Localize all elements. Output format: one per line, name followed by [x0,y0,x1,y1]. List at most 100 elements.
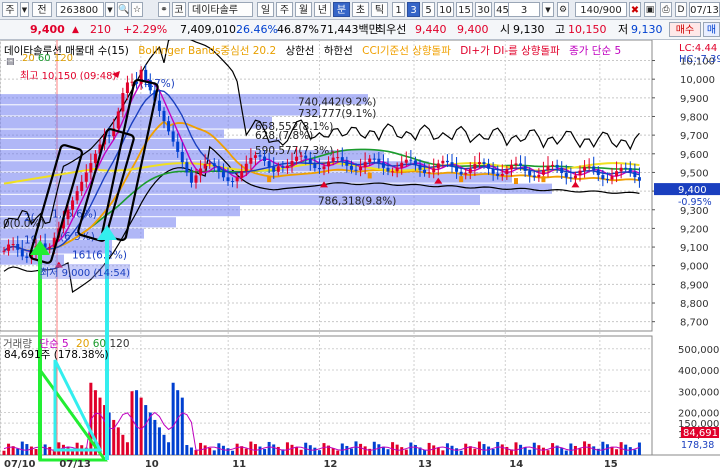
volume-bar [464,443,468,455]
minute-button-15[interactable]: 15 [456,2,473,17]
date-input[interactable]: 07/13 [689,2,720,17]
minute-button-3[interactable]: 3 [407,2,420,17]
volume-bar [285,442,289,455]
count-input[interactable]: 140/900 [575,2,627,17]
candle-body [409,159,413,161]
search-icon[interactable]: 🔍 [117,2,129,17]
high-price: 10,150 [568,23,607,36]
period-button-2[interactable]: 월 [295,2,312,17]
candle-body [519,163,523,166]
candle-body [400,162,404,168]
candle-body [386,167,390,172]
code-input[interactable]: 263800 [56,2,104,17]
volume-bar [189,447,193,455]
volume-bar [162,434,166,455]
legend-edit-icon[interactable]: ▤ [6,57,15,67]
candle-body [125,82,129,94]
cci-marker [459,176,464,183]
lock-icon[interactable]: ✖ [629,2,641,17]
volume-bar [528,449,532,455]
volume-bar [290,444,294,455]
volume-bar [413,445,417,455]
price-tick-label: 9,100 [680,243,709,254]
candle-body [349,165,353,170]
high-marker: 최고 10,150 (09:48) [20,71,117,82]
volume-tick-label: 400,000 [678,366,719,377]
period-button-6[interactable]: 틱 [371,2,388,17]
minute-button-5[interactable]: 5 [422,2,435,17]
volume-profile-bar [0,138,280,150]
volume-bar [267,441,271,455]
market-tag: 코 [172,2,186,17]
candle-body [226,177,230,182]
volume-tick-label: 500,000 [678,345,719,356]
period-value-input[interactable]: 3 [508,2,540,17]
candle-body [345,160,349,166]
d-button[interactable]: D [675,2,687,17]
candle-body [48,247,52,249]
candle-body [308,158,312,164]
candle-body [601,175,605,180]
volume-bar [29,446,33,455]
period-dropdown-icon[interactable]: ▼ [542,2,554,17]
volume-bar [404,449,408,455]
ma-60: 60 [37,53,51,64]
trade-amount: 71,443백만 [320,23,379,36]
volume-bar [354,441,358,455]
prev-button[interactable]: 전 [32,2,52,17]
candle-body [267,161,271,167]
volume-value-label: 84,691주 (178.38%) [4,349,109,361]
link-icon[interactable]: ⚭ [158,2,170,17]
candle-body [615,171,619,177]
candle-body [368,158,372,163]
candle-body [487,164,491,169]
candle-body [432,168,436,173]
minute-button-1[interactable]: 1 [392,2,405,17]
candle-body [66,209,70,220]
low-marker: 최저 9,000 (14:54) [40,264,131,279]
time-tick-label: 07/10 [4,459,36,470]
save-icon[interactable]: ▣ [644,2,656,17]
candle-body [450,162,454,167]
volume-bar [135,390,139,455]
minute-button-10[interactable]: 10 [437,2,454,17]
cci-marker [541,176,546,183]
period-button-5[interactable]: 초 [352,2,369,17]
candle-body [180,151,184,163]
mode-select[interactable]: 주 [2,2,18,17]
volume-bar [249,441,253,455]
sell-button[interactable]: 매 [703,22,720,37]
open-price: 9,130 [513,23,545,36]
candle-body [423,169,427,173]
volume-bar [212,450,216,455]
volume-bar [253,444,257,455]
stock-name[interactable]: 데이타솔루 [188,2,253,17]
volume-bar [560,448,564,455]
candle-body [573,175,577,179]
candle-body [89,163,93,173]
profile-label: 786,318(9.8%) [318,195,396,207]
favorite-icon[interactable]: ☆ [131,2,143,17]
stock-chart[interactable]: 740,442(9.2%)732,777(9.1%)658,552(8.1%)6… [0,40,720,471]
volume-bar [299,449,303,455]
code-dropdown-icon[interactable]: ▼ [105,2,115,17]
period-button-4[interactable]: 분 [333,2,350,17]
current-rate-axis: -0.95% [678,197,712,208]
minute-button-30[interactable]: 30 [475,2,492,17]
candle-body [514,163,518,165]
buy-button[interactable]: 매수 [669,22,701,37]
period-button-1[interactable]: 주 [276,2,293,17]
volume-bar [615,449,619,455]
period-button-0[interactable]: 일 [257,2,274,17]
volume-bar [139,397,143,455]
bollinger-legend: Bollinger Bands중심선 20.2 [138,45,277,57]
time-tick-label: 15 [604,459,618,470]
volume-bar [409,442,413,455]
volume-bar [496,441,500,455]
mode-dropdown-icon[interactable]: ▼ [20,2,29,17]
candle-body [176,141,180,152]
rate-2: 46.87% [277,23,319,36]
settings-icon[interactable]: ⚙ [557,2,569,17]
period-button-3[interactable]: 년 [314,2,331,17]
print-icon[interactable]: ⎙ [660,2,672,17]
